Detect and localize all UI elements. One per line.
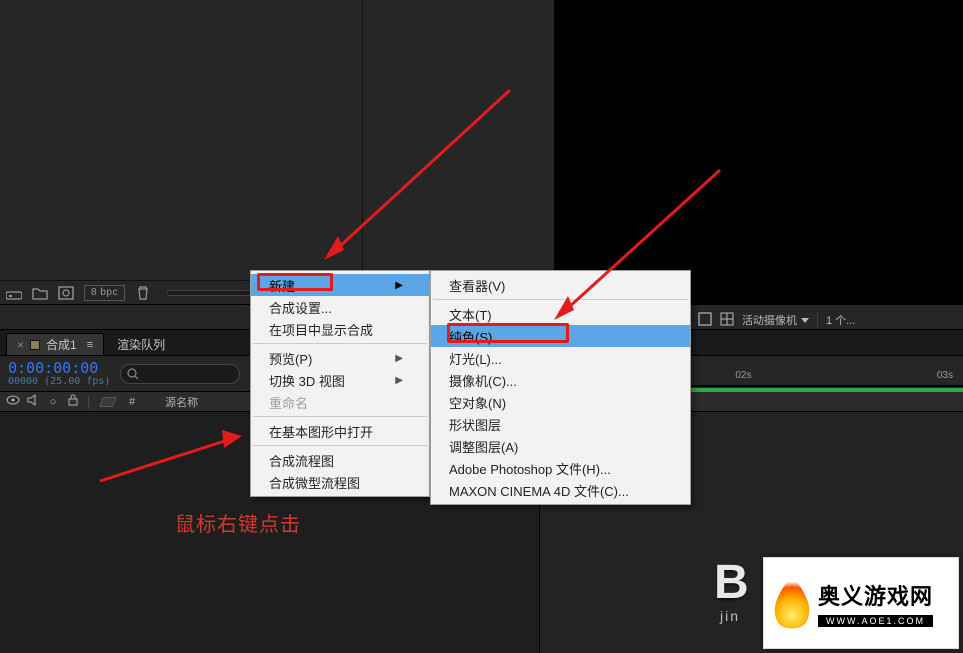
annotation-text: 鼠标右键点击 [175,508,301,537]
submenu-arrow-icon: ▶ [395,353,403,364]
submenu-item-7[interactable]: 形状图层 [431,413,690,435]
middle-panel [363,0,555,304]
context-submenu-new: 查看器(V) 文本(T) 纯色(S)... 灯光(L)... 摄像机(C)... 空对象(… [430,270,691,505]
watermark-text: 奥义游戏网 WWW.AOE1.COM [818,579,933,627]
tab-label: 合成1 [46,336,77,353]
menu-item-label: 形状图层 [449,415,501,434]
speaker-icon[interactable] [26,394,40,409]
solo-icon[interactable]: ○ [46,396,60,408]
view-count-dropdown[interactable]: 1 个... [826,312,855,328]
new-folder-icon[interactable] [32,286,48,300]
menu-item-6: 重命名 [251,391,429,413]
tab-composition[interactable]: × 合成1 ≡ [6,333,104,355]
interpret-footage-icon[interactable] [6,286,22,300]
toolbar-separator [817,313,818,327]
submenu-item-5[interactable]: 摄像机(C)... [431,369,690,391]
comp-color-swatch [30,340,40,350]
menu-item-1[interactable]: 合成设置... [251,296,429,318]
menu-item-label: 纯色(S)... [449,327,503,346]
column-index: # [129,396,135,408]
active-camera-dropdown[interactable]: 活动摄像机 [742,312,809,328]
color-depth-button[interactable]: 8 bpc [84,285,125,301]
label-color-icon[interactable] [99,397,117,407]
menu-item-label: 在项目中显示合成 [269,320,373,339]
menu-item-label: 空对象(N) [449,393,506,412]
new-comp-icon[interactable] [58,286,74,300]
column-source-name: 源名称 [165,394,198,410]
view-count-label: 1 个... [826,312,855,328]
submenu-arrow-icon: ▶ [395,280,403,291]
submenu-item-3[interactable]: 纯色(S)... [431,325,690,347]
submenu-item-10[interactable]: MAXON CINEMA 4D 文件(C)... [431,479,690,501]
menu-item-5[interactable]: 切换 3D 视图 ▶ [251,369,429,391]
menu-item-4[interactable]: 预览(P) ▶ [251,347,429,369]
ruler-tick: 02s [735,370,751,381]
composition-viewer[interactable] [555,0,963,304]
menu-item-label: 调整图层(A) [449,437,518,456]
layer-search-input[interactable] [120,364,240,384]
background-text: B [714,555,751,610]
menu-separator [253,343,427,344]
flame-icon [772,573,812,633]
tab-render-queue[interactable]: 渲染队列 [106,333,176,355]
project-panel: 8 bpc [0,0,363,304]
watermark-title: 奥义游戏网 [818,579,933,611]
grid-icon[interactable] [720,312,734,329]
menu-item-label: 摄像机(C)... [449,371,517,390]
ruler-tick: 03s [937,370,953,381]
menu-item-label: 重命名 [269,393,308,412]
menu-item-label: 合成流程图 [269,451,334,470]
top-panels: 8 bpc [0,0,963,304]
menu-item-label: 切换 3D 视图 [269,371,345,390]
menu-item-label: 灯光(L)... [449,349,502,368]
current-timecode: 0:00:00:00 [8,361,110,376]
menu-separator [253,416,427,417]
submenu-item-0[interactable]: 查看器(V) [431,274,690,296]
eye-icon[interactable] [6,394,20,409]
submenu-item-2[interactable]: 文本(T) [431,303,690,325]
menu-separator [433,299,688,300]
column-divider [88,395,89,409]
context-menu-main: 新建 ▶ 合成设置... 在项目中显示合成预览(P) ▶ 切换 3D 视图 ▶ 重命名在基本图… [250,270,430,497]
menu-item-11[interactable]: 合成微型流程图 [251,471,429,493]
full-screen-icon[interactable] [698,312,712,329]
trash-icon[interactable] [135,286,151,300]
timecode-block[interactable]: 0:00:00:00 00000 (25.00 fps) [8,361,110,387]
submenu-arrow-icon: ▶ [395,375,403,386]
menu-item-label: 合成微型流程图 [269,473,360,492]
viewer-toolbar: 活动摄像机 1 个... [692,309,963,331]
tab-label: 渲染队列 [117,336,165,353]
tab-menu-icon[interactable]: ≡ [87,339,93,351]
background-subtext: jin [720,608,740,624]
menu-item-label: 新建 [269,276,295,295]
menu-item-label: 查看器(V) [449,276,505,295]
menu-item-label: Adobe Photoshop 文件(H)... [449,459,611,478]
menu-item-10[interactable]: 合成流程图 [251,449,429,471]
timecode-frames: 00000 (25.00 fps) [8,376,110,387]
menu-item-label: 在基本图形中打开 [269,422,373,441]
watermark-url: WWW.AOE1.COM [818,615,933,627]
submenu-item-6[interactable]: 空对象(N) [431,391,690,413]
menu-separator [253,445,427,446]
search-icon [127,368,139,380]
menu-item-label: MAXON CINEMA 4D 文件(C)... [449,481,629,500]
menu-item-8[interactable]: 在基本图形中打开 [251,420,429,442]
lock-icon[interactable] [66,394,80,409]
menu-item-0[interactable]: 新建 ▶ [251,274,429,296]
submenu-item-8[interactable]: 调整图层(A) [431,435,690,457]
chevron-down-icon [801,318,809,323]
menu-item-label: 合成设置... [269,298,332,317]
menu-item-2[interactable]: 在项目中显示合成 [251,318,429,340]
close-icon[interactable]: × [17,338,24,352]
submenu-item-9[interactable]: Adobe Photoshop 文件(H)... [431,457,690,479]
watermark: 奥义游戏网 WWW.AOE1.COM [763,557,959,649]
camera-label: 活动摄像机 [742,312,797,328]
menu-item-label: 预览(P) [269,349,312,368]
menu-item-label: 文本(T) [449,305,492,324]
submenu-item-4[interactable]: 灯光(L)... [431,347,690,369]
